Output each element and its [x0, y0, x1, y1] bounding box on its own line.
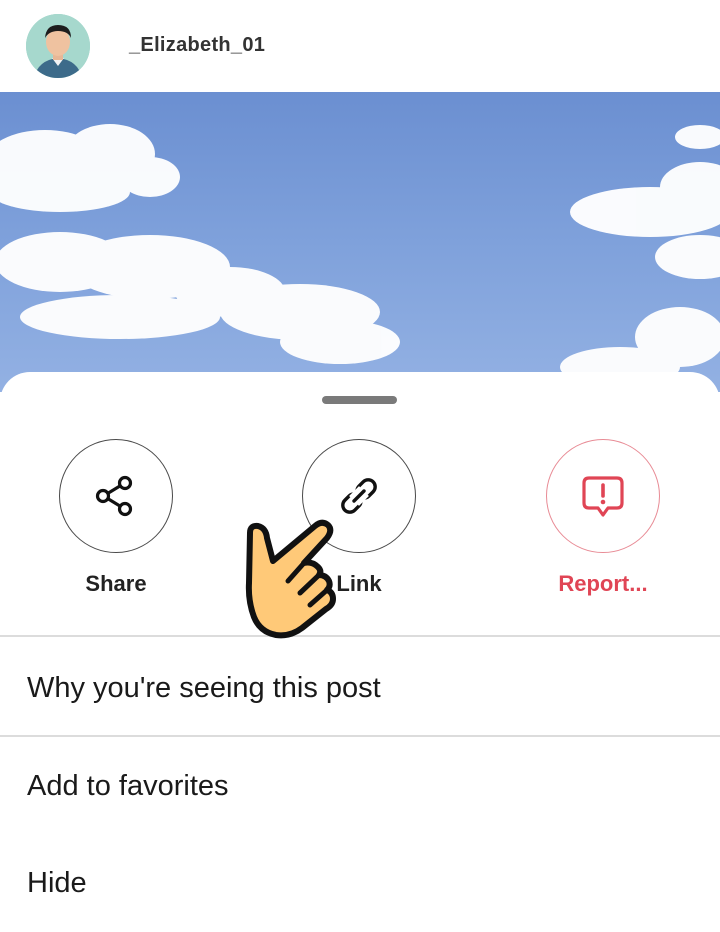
why-seeing-post-item[interactable]: Why you're seeing this post [27, 672, 381, 705]
report-icon [582, 476, 624, 517]
options-bottom-sheet: Share Link Report... Why you're seeing t… [0, 372, 720, 932]
post-photo[interactable] [0, 92, 720, 392]
report-button[interactable] [546, 439, 660, 553]
report-action[interactable]: Report... [546, 439, 660, 597]
sheet-drag-handle[interactable] [322, 396, 397, 404]
user-avatar[interactable] [26, 14, 90, 78]
report-label: Report... [558, 571, 648, 596]
sky-clouds-image [0, 124, 720, 387]
share-button[interactable] [59, 439, 173, 553]
share-icon [95, 475, 133, 517]
hide-item[interactable]: Hide [27, 867, 87, 900]
share-label: Share [85, 571, 147, 596]
add-to-favorites-item[interactable]: Add to favorites [27, 770, 229, 803]
pointing-hand-icon [245, 519, 336, 639]
post-header: _Elizabeth_01 [0, 0, 720, 92]
menu-divider [0, 735, 720, 737]
sheet-divider [0, 635, 720, 637]
avatar-image [26, 14, 90, 78]
share-action[interactable]: Share [59, 439, 173, 597]
post-username[interactable]: _Elizabeth_01 [129, 34, 265, 57]
